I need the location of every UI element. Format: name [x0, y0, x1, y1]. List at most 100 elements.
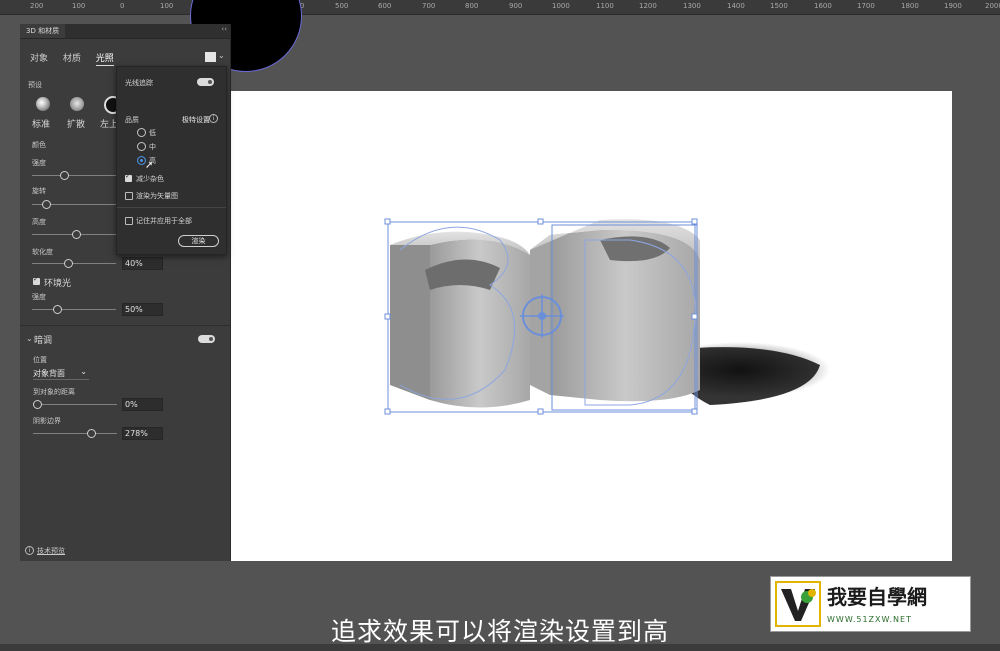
panel-title-tab[interactable]: 3D 和材质: [20, 24, 66, 38]
ruler-tick: 1800: [901, 2, 919, 10]
light-preset-icon[interactable]: [205, 52, 216, 62]
ambient-intensity-label: 强度: [32, 293, 46, 301]
intensity-slider-knob[interactable]: [60, 171, 69, 180]
remember-label: 记住并应用于全部: [136, 217, 192, 225]
quality-low-radio[interactable]: [137, 128, 146, 137]
divider: [117, 207, 226, 208]
shadow-bound-slider-knob[interactable]: [87, 429, 96, 438]
logo-url: WWW.51ZXW.NET: [827, 615, 912, 624]
ruler-tick: 1900: [944, 2, 962, 10]
ruler-tick: 500: [335, 2, 349, 10]
shadow-bound-label: 阴影边界: [33, 417, 61, 425]
preset-label: 预设: [28, 81, 42, 89]
shadow-bound-slider[interactable]: [33, 433, 117, 434]
raytrace-label: 光线追踪: [125, 79, 153, 87]
height-label: 高度: [32, 218, 46, 226]
chevron-down-icon: ⌄: [80, 367, 87, 376]
panel-header: 3D 和材质 ‹‹: [20, 24, 230, 39]
quality-medium-label: 中: [149, 143, 156, 151]
ruler-tick: 900: [509, 2, 523, 10]
ruler-tick: 1400: [727, 2, 745, 10]
ambient-checkbox[interactable]: [33, 275, 40, 285]
logo-title: 我要自學網: [827, 585, 927, 609]
remember-checkbox[interactable]: [125, 217, 133, 225]
render-button[interactable]: 渲染: [178, 235, 219, 247]
logo-mark-icon: [775, 581, 821, 627]
divider: [20, 325, 230, 326]
quality-label: 品质: [125, 116, 139, 124]
collapse-icon[interactable]: ‹‹: [221, 25, 227, 33]
resize-handle: [384, 408, 391, 415]
info-icon[interactable]: i: [209, 114, 218, 123]
quality-medium-radio[interactable]: [137, 142, 146, 151]
ruler-tick: 1700: [857, 2, 875, 10]
intensity-label: 强度: [32, 159, 46, 167]
ambient-label: 环境光: [44, 279, 72, 289]
ambient-intensity-slider[interactable]: [32, 309, 116, 310]
ruler-tick: 200: [30, 2, 44, 10]
ruler-tick: 2000: [985, 2, 1000, 10]
rotation-slider-knob[interactable]: [42, 200, 51, 209]
advanced-settings-link[interactable]: 极特设置: [182, 115, 210, 125]
horizontal-ruler[interactable]: 200 100 0 100 200 300 400 500 600 700 80…: [0, 0, 1000, 15]
preset-diffuse-icon[interactable]: [70, 97, 84, 111]
distance-value-field[interactable]: 0%: [122, 398, 163, 411]
tab-lighting[interactable]: 光照: [95, 54, 114, 66]
position-select-value: 对象背面: [33, 369, 65, 378]
softness-slider[interactable]: [32, 263, 116, 264]
reduce-noise-checkbox[interactable]: [125, 172, 132, 182]
distance-slider-knob[interactable]: [33, 400, 42, 409]
softness-slider-knob[interactable]: [64, 259, 73, 268]
reduce-noise-label: 减少杂色: [136, 175, 164, 183]
ruler-tick: 1100: [596, 2, 614, 10]
resize-handle: [691, 218, 698, 225]
ruler-tick: 100: [72, 2, 86, 10]
resize-handle: [691, 313, 698, 320]
ambient-intensity-slider-knob[interactable]: [53, 305, 62, 314]
ruler-tick: 0: [120, 2, 125, 10]
color-label: 颜色: [32, 141, 46, 149]
softness-label: 软化度: [32, 248, 53, 256]
ambient-intensity-value-field[interactable]: 50%: [122, 303, 163, 316]
rotation-label: 旋转: [32, 187, 46, 195]
shadow-toggle[interactable]: [198, 335, 215, 343]
ruler-tick: 800: [465, 2, 479, 10]
site-logo: 我要自學網 WWW.51ZXW.NET: [770, 576, 971, 632]
info-icon[interactable]: i: [25, 546, 34, 555]
resize-handle: [537, 218, 544, 225]
render-vector-checkbox[interactable]: [125, 192, 133, 200]
shadow-bound-value-field[interactable]: 278%: [122, 427, 163, 440]
chevron-down-icon[interactable]: ⌄: [26, 334, 33, 343]
tab-object[interactable]: 对象: [30, 54, 48, 64]
3d-object[interactable]: [370, 210, 830, 430]
render-settings-popup: 光线追踪 品质 极特设置 i 低 中 高 ➚ 减少杂色 渲染为矢量图 记住并应用…: [116, 66, 227, 255]
resize-handle: [691, 408, 698, 415]
resize-handle: [537, 408, 544, 415]
render-vector-label: 渲染为矢量图: [136, 192, 178, 200]
block-3-side: [390, 245, 430, 400]
intensity-slider[interactable]: [32, 175, 116, 176]
preset-standard-icon[interactable]: [36, 97, 50, 111]
distance-label: 到对象的距离: [33, 388, 75, 396]
tab-material[interactable]: 材质: [63, 54, 81, 64]
quality-low-label: 低: [149, 129, 156, 137]
tech-preview-link[interactable]: 技术预览: [37, 546, 65, 556]
panel-tabs: 对象 材质 光照: [30, 51, 126, 66]
mouse-cursor-icon: ➚: [145, 160, 154, 171]
resize-handle: [384, 313, 391, 320]
ruler-tick: 700: [422, 2, 436, 10]
ruler-tick: 1000: [552, 2, 570, 10]
softness-value-field[interactable]: 40%: [122, 257, 163, 270]
raytrace-toggle[interactable]: [197, 78, 214, 86]
ruler-tick: 1300: [683, 2, 701, 10]
chevron-down-icon[interactable]: ⌄: [218, 51, 225, 60]
preset-diffuse-label: 扩散: [67, 120, 86, 130]
height-slider-knob[interactable]: [72, 230, 81, 239]
ruler-tick: 100: [160, 2, 174, 10]
ruler-tick: 1200: [639, 2, 657, 10]
ruler-tick: 600: [378, 2, 392, 10]
position-select[interactable]: 对象背面 ⌄: [33, 367, 89, 380]
ruler-tick: 1600: [814, 2, 832, 10]
distance-slider[interactable]: [33, 404, 117, 405]
preset-standard-label: 标准: [32, 120, 51, 130]
